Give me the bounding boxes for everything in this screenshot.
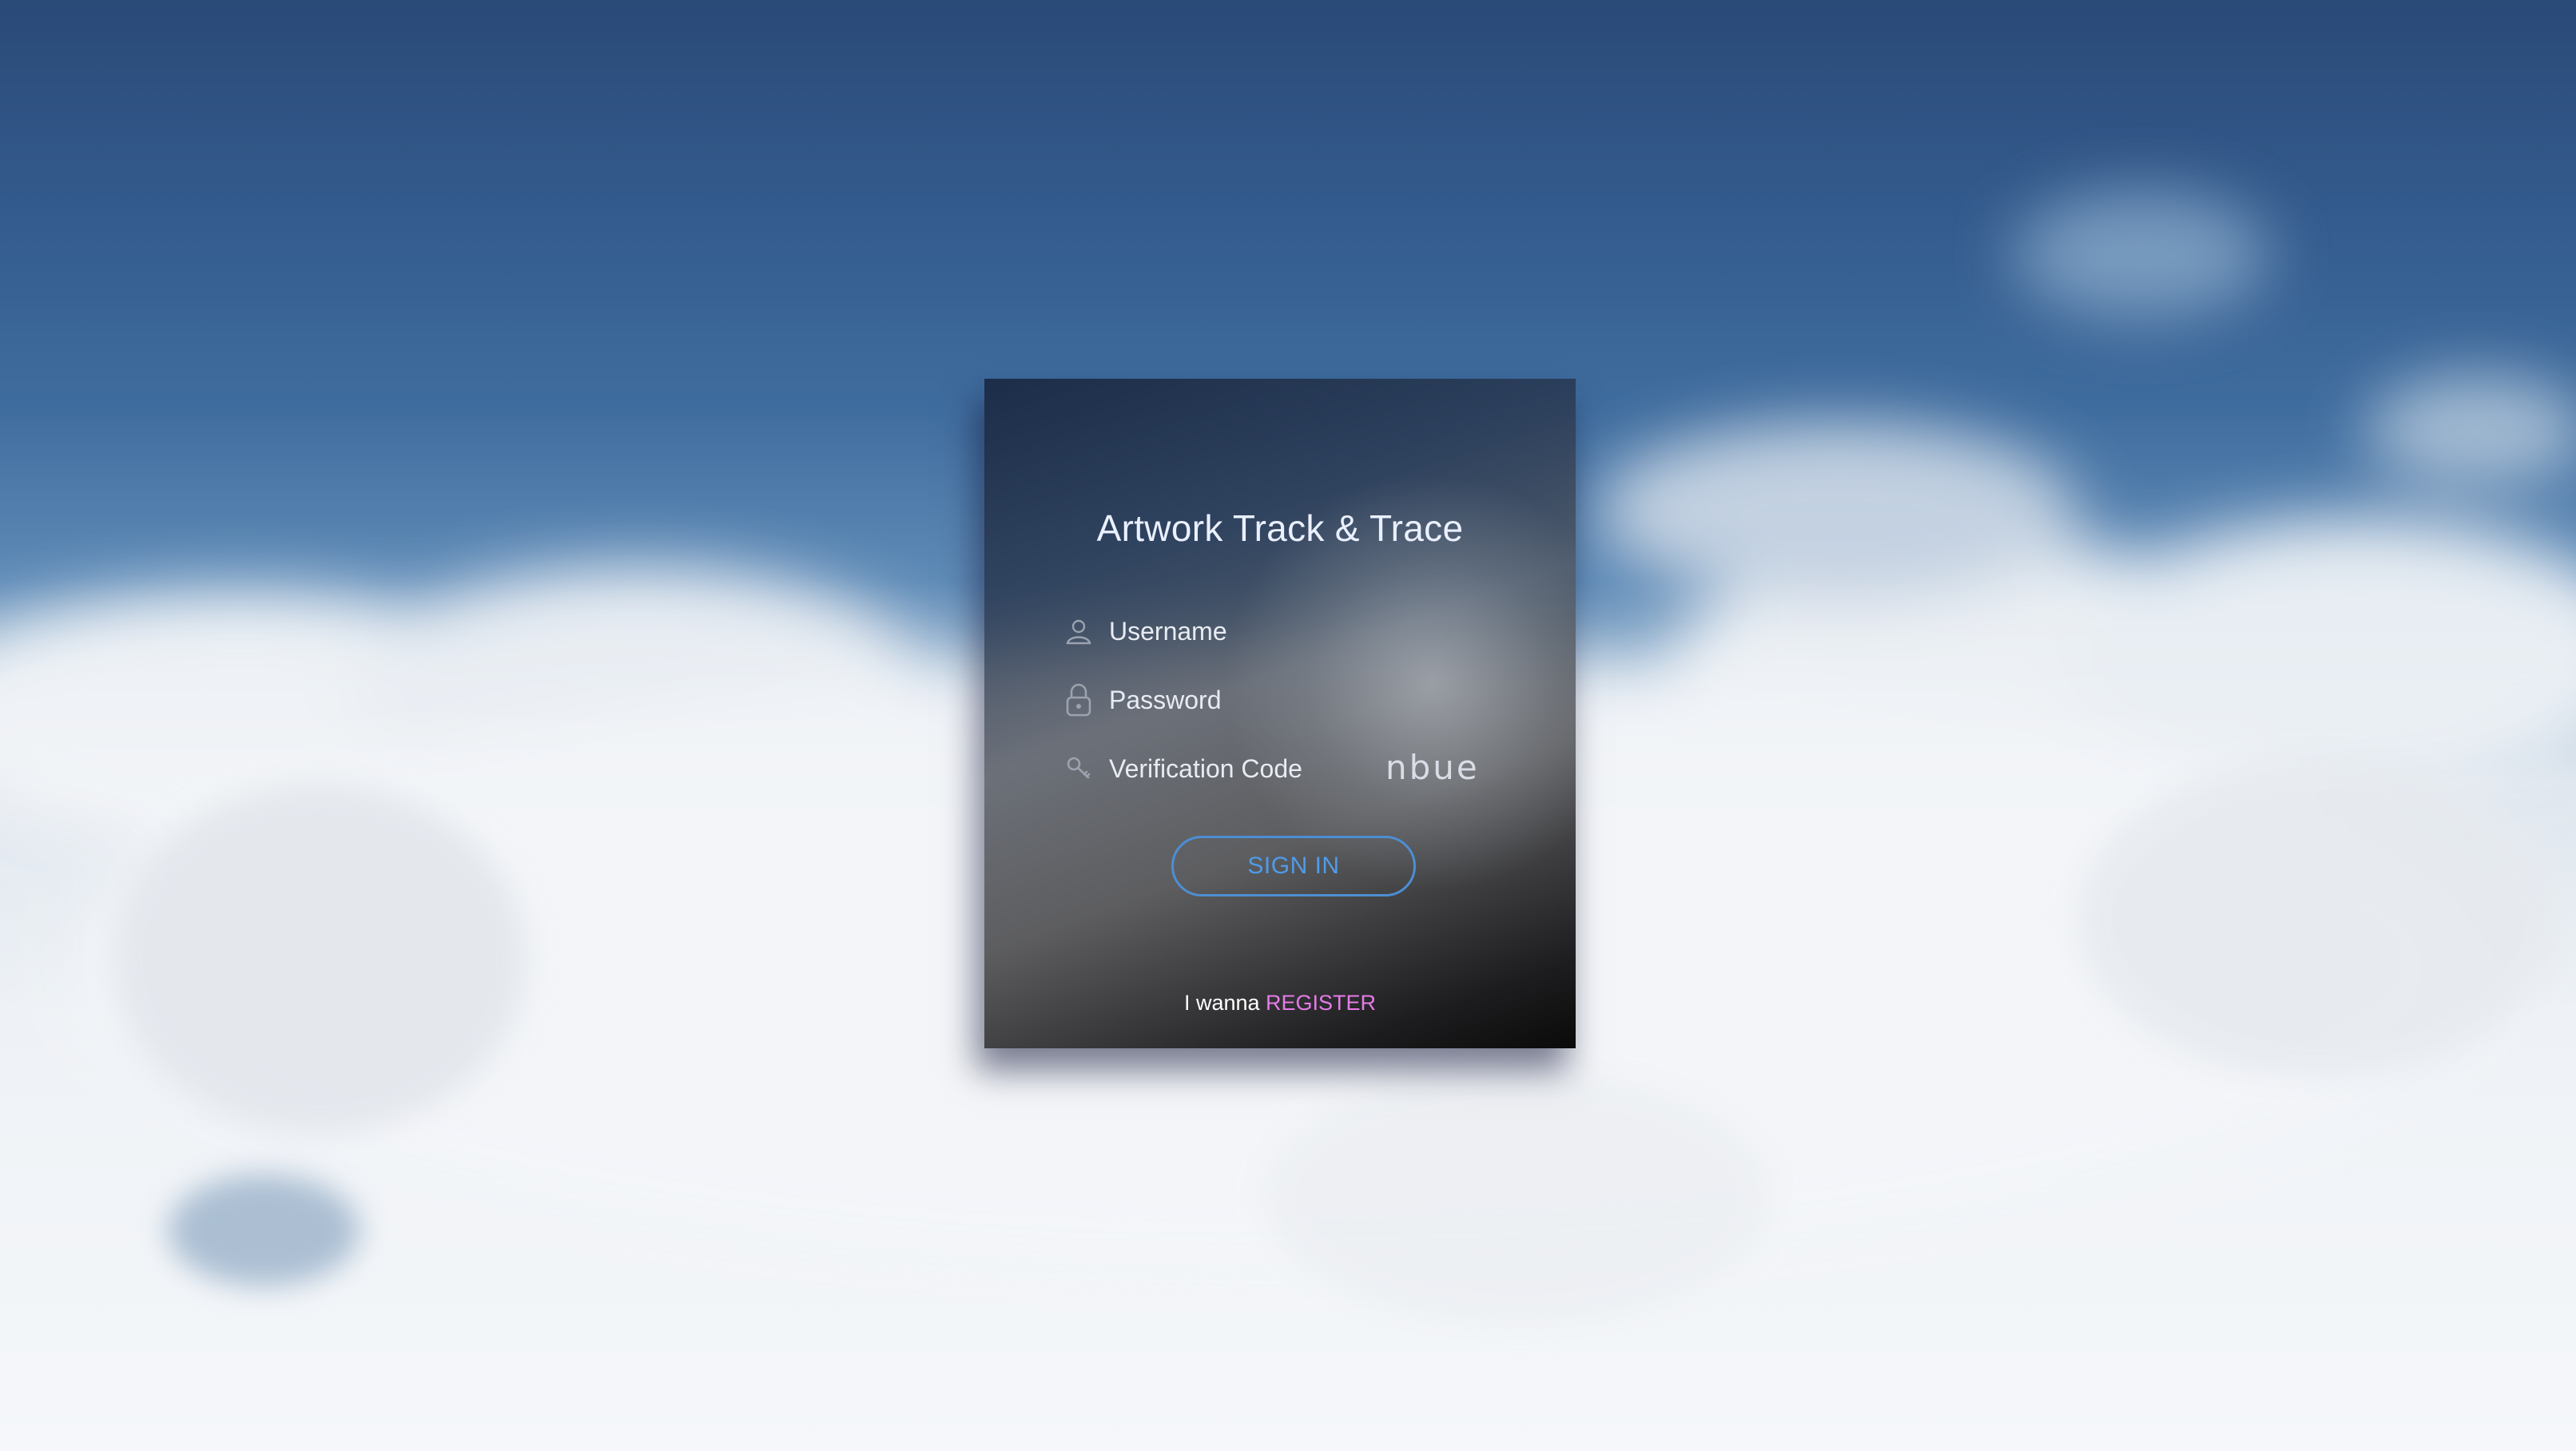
- register-prompt-text: I wanna: [1183, 991, 1266, 1015]
- username-input[interactable]: [1109, 616, 1365, 646]
- login-card: Artwork Track & Trace Username Verificat…: [984, 379, 1576, 1048]
- sign-in-button[interactable]: SIGN IN: [1171, 836, 1416, 896]
- lock-icon: [1059, 681, 1098, 719]
- user-icon: [1059, 612, 1098, 650]
- app-title: Artwork Track & Trace: [1096, 507, 1464, 549]
- register-prompt: I wanna REGISTER: [984, 991, 1576, 1016]
- register-link[interactable]: REGISTER: [1266, 991, 1376, 1015]
- key-icon: [1059, 749, 1098, 788]
- password-input[interactable]: [1109, 685, 1365, 715]
- login-page: Artwork Track & Trace Username Verificat…: [0, 0, 2576, 1451]
- verification-code-input[interactable]: [1109, 753, 1365, 784]
- password-field: [1059, 676, 1507, 724]
- username-field: [1059, 607, 1507, 655]
- captcha-image[interactable]: nbue: [1385, 748, 1480, 787]
